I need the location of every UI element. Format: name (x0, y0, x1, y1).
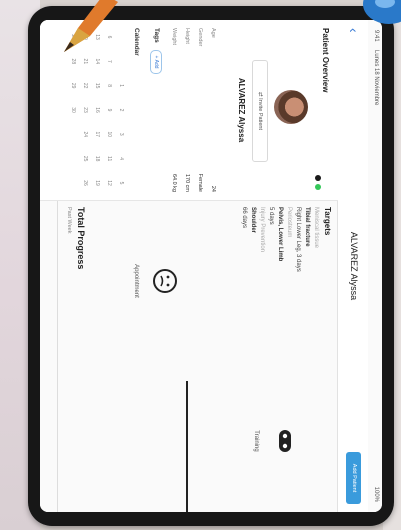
invite-label: Invite Patient (257, 98, 263, 130)
calendar-day[interactable]: 10 (100, 125, 112, 143)
add-patient-button[interactable]: Add Patient (346, 452, 361, 504)
target-item: Periosteum (286, 207, 292, 238)
calendar-day[interactable]: 8 (100, 77, 112, 95)
tags-label: Tags (153, 28, 160, 43)
calendar-day[interactable]: 16 (88, 101, 100, 119)
info-value: 24 (210, 185, 216, 192)
calendar-day[interactable]: 24 (76, 125, 88, 143)
calendar-day[interactable]: 30 (64, 101, 76, 119)
blue-prop-icon (363, 0, 401, 24)
calendar-day[interactable]: 11 (100, 150, 112, 168)
status-dot-dark (315, 175, 321, 181)
total-progress-subtitle: Past Week (66, 207, 72, 234)
progress-baseline (57, 201, 58, 512)
calendar-label: Calendar (133, 28, 140, 56)
calendar-day[interactable]: 15 (88, 77, 100, 95)
target-item: Shoulder (250, 207, 256, 234)
clock-face-icon (153, 269, 177, 293)
calendar-day[interactable]: 26 (76, 174, 88, 192)
info-value: 170 cm (184, 173, 190, 192)
training-label: Training (253, 430, 259, 452)
panel-title: Patient Overview (321, 28, 330, 93)
appointment-label: Appointment (133, 264, 139, 298)
info-value: Female (197, 173, 203, 192)
target-item: Right Lower Leg, 3 days (295, 207, 301, 272)
app-canvas: 9:41 Lunes 18 Noviembre 100% ‹ ALVAREZ A… (40, 20, 382, 512)
calendar-day[interactable]: 5 (112, 174, 124, 192)
info-label: Height (184, 28, 190, 44)
target-item: Pelvis, Lower Limb (277, 207, 283, 262)
calendar-day[interactable]: 4 (112, 150, 124, 168)
status-date: Lunes 18 Noviembre (373, 50, 379, 106)
info-row: Height 170 cm (180, 28, 190, 192)
stylus-pencil-icon (64, 0, 118, 52)
gamepad-icon (279, 430, 291, 452)
calendar-day[interactable] (64, 125, 76, 143)
calendar-day[interactable]: 19 (88, 174, 100, 192)
target-item: 66 days (241, 207, 247, 229)
info-label: Gender (197, 28, 203, 47)
patient-name: ALVAREZ Alyssa (237, 77, 246, 143)
tablet-device: 9:41 Lunes 18 Noviembre 100% ‹ ALVAREZ A… (28, 6, 394, 526)
calendar-day[interactable]: 29 (64, 77, 76, 95)
online-status-dot (315, 184, 321, 190)
section-divider (186, 381, 188, 512)
add-tag-button[interactable]: + Add (150, 50, 162, 74)
calendar-day[interactable]: 17 (88, 125, 100, 143)
calendar-day[interactable]: 3 (112, 125, 124, 143)
page-title: ALVAREZ Alyssa (349, 231, 359, 301)
info-row: Age 24 (206, 28, 216, 192)
calendar-day[interactable]: 23 (76, 101, 88, 119)
targets-heading: Targets (323, 207, 332, 236)
calendar-day[interactable] (64, 174, 76, 192)
target-item: Tibial fracture (304, 207, 310, 247)
target-item: Meniscal tissue (313, 207, 319, 249)
avatar (274, 90, 308, 124)
calendar-day[interactable] (64, 150, 76, 168)
info-label: Age (210, 28, 216, 38)
calendar-day[interactable]: 9 (100, 101, 112, 119)
status-dots (310, 172, 328, 190)
status-bar: 9:41 Lunes 18 Noviembre 100% (368, 20, 382, 512)
total-progress-title: Total Progress (76, 207, 86, 270)
info-label: Weight (171, 28, 177, 46)
target-item: 5 days (268, 207, 274, 225)
calendar-day[interactable]: 2 (112, 101, 124, 119)
calendar-day[interactable]: 25 (76, 150, 88, 168)
navigation-bar: ‹ ALVAREZ Alyssa Add Patient (337, 20, 368, 512)
info-value: 64.0 kg (171, 173, 177, 192)
main-content: Targets Meniscal tissue Tibial fracture … (40, 201, 338, 512)
tablet-screen: 9:41 Lunes 18 Noviembre 100% ‹ ALVAREZ A… (40, 20, 382, 512)
battery-indicator: 100% (373, 486, 379, 502)
calendar-day[interactable]: 1 (112, 77, 124, 95)
training-tile[interactable]: Training (178, 391, 298, 491)
targets-section: Targets Meniscal tissue Tibial fracture … (238, 207, 332, 367)
info-row: Gender Female (193, 28, 203, 192)
calendar-day[interactable]: 22 (76, 77, 88, 95)
info-row: Weight 64.0 kg (167, 28, 177, 192)
target-item: Injury Prevention (259, 207, 265, 253)
calendar-day[interactable]: 18 (88, 150, 100, 168)
calendar-day[interactable]: 12 (100, 174, 112, 192)
invite-patient-button[interactable]: ⇄ Invite Patient (252, 60, 268, 162)
